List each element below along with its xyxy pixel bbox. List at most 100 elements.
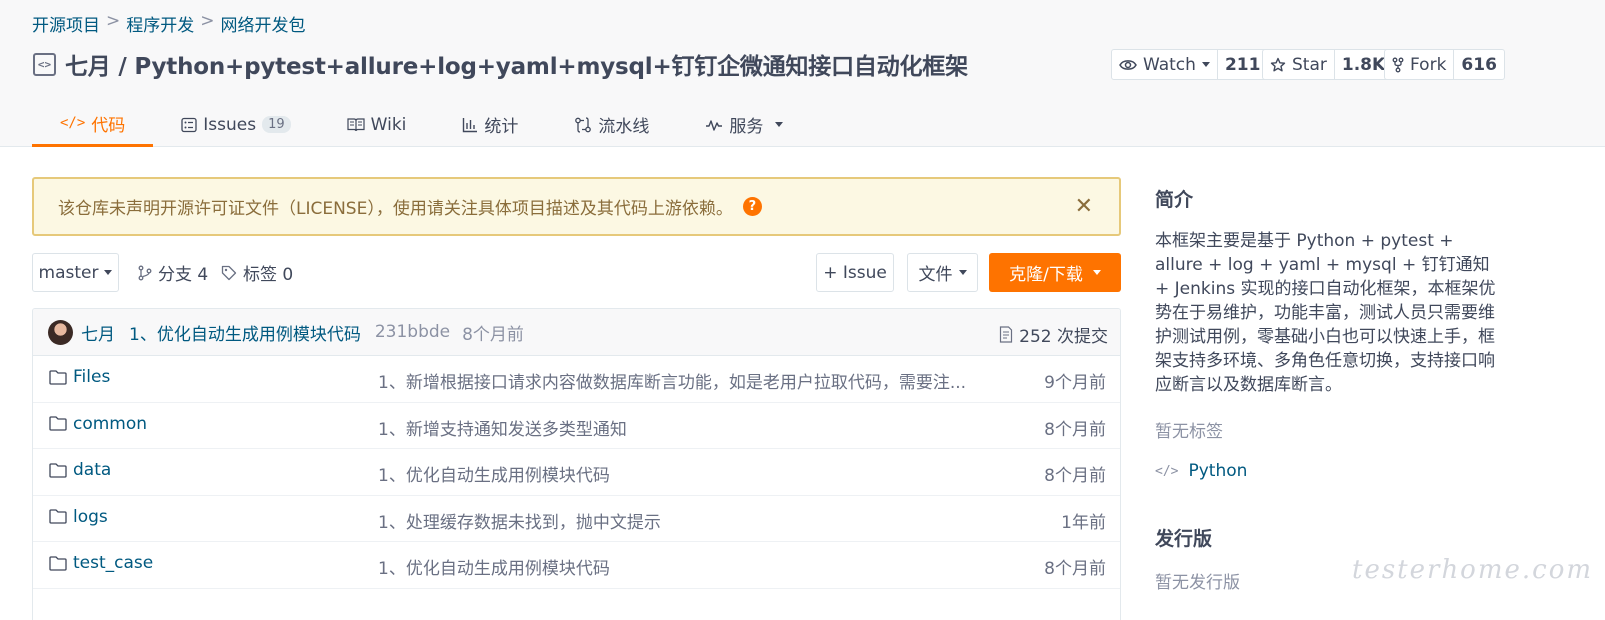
- watch-count[interactable]: 211: [1218, 50, 1268, 79]
- file-commit-time: 8个月前: [1044, 419, 1106, 440]
- file-entry[interactable]: data: [49, 460, 111, 480]
- folder-icon: [49, 462, 67, 478]
- tab-label: Issues: [203, 114, 257, 135]
- tab-label: 流水线: [598, 117, 650, 137]
- chevron-down-icon: [1201, 62, 1210, 67]
- license-notice: 该仓库未声明开源许可证文件（LICENSE），使用请关注具体项目描述及其代码上游…: [32, 177, 1121, 236]
- file-commit-time: 1年前: [1061, 512, 1106, 533]
- code-icon: </>: [60, 115, 86, 131]
- chevron-down-icon: [775, 122, 784, 127]
- repo-toolbar: master 分支 4 标签 0 + Issue 文件 克隆/下载: [32, 253, 1121, 292]
- tags-label: 标签 0: [243, 265, 294, 285]
- repo-title: <> 七月 / Python+pytest+allure+log+yaml+my…: [33, 47, 968, 81]
- breadcrumb-separator: >: [200, 11, 215, 31]
- repo-description: 本框架主要是基于 Python + pytest + allure + log …: [1155, 231, 1496, 395]
- file-button[interactable]: 文件: [907, 253, 978, 292]
- branches-label: 分支 4: [158, 265, 209, 285]
- file-commit-message[interactable]: 1、新增支持通知发送多类型通知: [378, 415, 978, 440]
- file-commit-time: 8个月前: [1044, 466, 1106, 486]
- fork-count[interactable]: 616: [1454, 50, 1504, 79]
- star-icon: [1270, 57, 1286, 71]
- star-group: Star 1.8K: [1262, 49, 1394, 80]
- issues-icon: [181, 117, 197, 132]
- help-icon[interactable]: ?: [742, 197, 762, 216]
- breadcrumb-item-dev[interactable]: 程序开发: [126, 11, 194, 36]
- file-name: test_case: [73, 553, 154, 573]
- tab-label: Wiki: [370, 114, 407, 135]
- clone-download-button[interactable]: 克隆/下载: [989, 253, 1121, 292]
- file-name: common: [73, 413, 148, 434]
- breadcrumb-item-network[interactable]: 网络开发包: [221, 11, 306, 36]
- pulse-icon: [706, 119, 723, 131]
- clone-label: 克隆/下载: [1009, 265, 1083, 285]
- bar-chart-icon: [463, 117, 478, 132]
- chevron-down-icon: [104, 270, 113, 275]
- file-name: Files: [73, 367, 111, 387]
- file-commit-message[interactable]: 1、新增根据接口请求内容做数据库断言功能，如是老用户拉取代码，需要注...: [378, 368, 978, 393]
- tab-pipeline[interactable]: 流水线: [546, 102, 677, 147]
- book-icon: [347, 118, 365, 132]
- file-button-label: 文件: [918, 265, 953, 285]
- intro-title: 简介: [1155, 189, 1194, 211]
- branches-link[interactable]: 分支 4: [138, 253, 208, 292]
- tab-label: 服务: [729, 117, 764, 137]
- avatar[interactable]: [48, 319, 73, 345]
- no-release-text: 暂无发行版: [1155, 573, 1240, 593]
- repo-header: 开源项目 > 程序开发 > 网络开发包 <> 七月 / Python+pytes…: [0, 0, 1605, 147]
- file-entry[interactable]: logs: [49, 507, 108, 527]
- close-icon[interactable]: ✕: [1075, 194, 1093, 219]
- language-label: Python: [1188, 461, 1248, 481]
- star-button[interactable]: Star: [1263, 50, 1335, 79]
- branch-select[interactable]: master: [32, 253, 119, 292]
- commit-time: 8个月前: [462, 324, 524, 345]
- file-entry[interactable]: common: [49, 414, 147, 434]
- star-label: Star: [1292, 54, 1327, 75]
- commit-count[interactable]: 252 次提交: [999, 322, 1108, 347]
- file-name: data: [73, 460, 112, 480]
- repository-icon: <>: [33, 52, 56, 76]
- tab-issues[interactable]: Issues 19: [153, 102, 318, 147]
- repo-title-text[interactable]: 七月 / Python+pytest+allure+log+yaml+mysql…: [65, 47, 968, 81]
- repo-tabs: </> 代码 Issues 19 Wiki 统计 流水线 服务: [32, 102, 811, 147]
- tab-stats[interactable]: 统计: [434, 102, 546, 147]
- language-link[interactable]: </> Python: [1155, 461, 1247, 481]
- branch-icon: [138, 265, 152, 280]
- folder-icon: [49, 369, 67, 385]
- folder-icon: [49, 509, 67, 524]
- commit-author[interactable]: 七月: [81, 320, 115, 345]
- latest-commit: 七月 1、优化自动生成用例模块代码 231bbde 8个月前 252 次提交: [33, 309, 1120, 356]
- tags-link[interactable]: 标签 0: [221, 253, 293, 292]
- fork-button[interactable]: Fork: [1385, 50, 1455, 79]
- file-entry[interactable]: test_case: [49, 553, 153, 573]
- watch-label: Watch: [1143, 54, 1196, 75]
- chevron-down-icon: [958, 270, 967, 275]
- chevron-down-icon: [1092, 270, 1101, 275]
- file-commit-message[interactable]: 1、优化自动生成用例模块代码: [378, 554, 978, 579]
- tab-label: 统计: [484, 117, 519, 137]
- tab-code[interactable]: </> 代码: [32, 102, 154, 147]
- file-name: logs: [73, 506, 108, 527]
- fork-icon: [1392, 57, 1404, 72]
- tab-services[interactable]: 服务: [677, 102, 811, 147]
- commit-message[interactable]: 1、优化自动生成用例模块代码: [129, 320, 361, 345]
- tag-icon: [221, 265, 237, 280]
- pipeline-icon: [575, 116, 592, 133]
- commit-sha[interactable]: 231bbde: [375, 322, 450, 342]
- table-row: Files 1、新增根据接口请求内容做数据库断言功能，如是老用户拉取代码，需要注…: [33, 356, 1120, 403]
- folder-icon: [49, 416, 67, 431]
- file-commit-message[interactable]: 1、处理缓存数据未找到，抛中文提示: [378, 508, 978, 533]
- tab-wiki[interactable]: Wiki: [319, 102, 435, 147]
- file-commit-time: 9个月前: [1044, 373, 1106, 393]
- release-title: 发行版: [1155, 528, 1213, 550]
- fork-group: Fork 616: [1384, 49, 1505, 80]
- file-commit-message[interactable]: 1、优化自动生成用例模块代码: [378, 461, 978, 486]
- watch-button[interactable]: Watch: [1112, 50, 1218, 79]
- new-issue-button[interactable]: + Issue: [816, 253, 894, 292]
- table-row: test_case 1、优化自动生成用例模块代码 8个月前: [33, 542, 1120, 589]
- breadcrumb-item-open-source[interactable]: 开源项目: [32, 11, 100, 36]
- issues-count-badge: 19: [262, 116, 291, 133]
- table-row: common 1、新增支持通知发送多类型通知 8个月前: [33, 403, 1120, 449]
- eye-icon: [1119, 59, 1137, 70]
- folder-icon: [49, 555, 67, 571]
- file-entry[interactable]: Files: [49, 367, 110, 387]
